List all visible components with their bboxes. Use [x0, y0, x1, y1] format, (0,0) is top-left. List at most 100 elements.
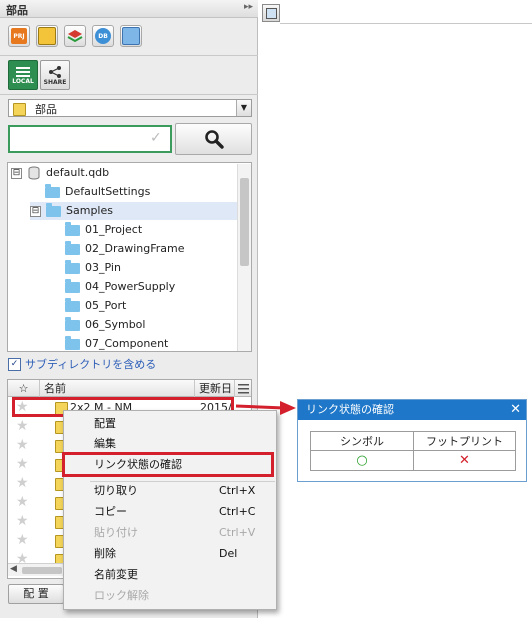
folder-icon: [65, 316, 80, 331]
menu-item-delete[interactable]: 削除: [94, 545, 116, 563]
collapse-panel-icon[interactable]: ▸▸: [244, 2, 253, 12]
favorite-star-icon[interactable]: ★: [16, 418, 29, 434]
search-field[interactable]: ✓: [8, 125, 172, 153]
column-date[interactable]: 更新日: [195, 380, 235, 397]
favorite-star-icon[interactable]: ★: [16, 513, 29, 529]
header-symbol: シンボル: [311, 432, 414, 451]
divider: [0, 94, 258, 95]
table-row[interactable]: ★: [8, 513, 68, 531]
menu-shortcut-cut: Ctrl+X: [219, 484, 256, 497]
favorite-star-icon[interactable]: ★: [16, 456, 29, 472]
column-name[interactable]: 名前: [40, 380, 195, 397]
tree-item-label: 05_Port: [85, 299, 127, 312]
tree-item-label: 04_PowerSupply: [85, 280, 176, 293]
component-library-button[interactable]: [120, 25, 142, 47]
menu-shortcut-copy: Ctrl+C: [219, 505, 256, 518]
dialog-title: リンク状態の確認: [298, 400, 526, 420]
link-status-dialog: リンク状態の確認 ✕ シンボル フットプリント ○ ✕: [297, 399, 527, 482]
project-button[interactable]: PRJ: [8, 25, 30, 47]
favorite-star-icon[interactable]: ★: [16, 494, 29, 510]
table-row[interactable]: ★: [8, 551, 68, 563]
tree-item-07-component[interactable]: 07_Component: [65, 335, 168, 351]
menu-item-unlock[interactable]: ロック解除: [94, 587, 149, 605]
tree-item-label: Samples: [66, 204, 113, 217]
collapse-icon[interactable]: ⊟: [11, 167, 22, 179]
folder-icon: [65, 259, 80, 274]
divider: [0, 55, 258, 56]
tree-root[interactable]: ⊟ default.qdb: [11, 164, 109, 182]
symbol-ok-icon: ○: [311, 451, 414, 470]
tree-root-label: default.qdb: [46, 166, 110, 179]
search-icon: [204, 130, 224, 149]
tree-item-label: 02_DrawingFrame: [85, 242, 185, 255]
context-menu: 配置 編集 リンク状態の確認 切り取り Ctrl+X コピー Ctrl+C 貼り…: [63, 410, 277, 610]
component-library-icon: [122, 27, 140, 45]
menu-item-rename[interactable]: 名前変更: [94, 566, 138, 584]
callout-arrow: [235, 401, 296, 415]
close-icon[interactable]: ✕: [510, 400, 521, 420]
table-row[interactable]: ★: [8, 437, 68, 455]
component-book-icon: [38, 27, 56, 45]
scrollbar-thumb[interactable]: [240, 178, 249, 266]
menu-item-edit[interactable]: 編集: [94, 435, 116, 453]
share-button[interactable]: SHARE: [40, 60, 70, 90]
menu-item-cut[interactable]: 切り取り: [94, 482, 138, 500]
chevron-down-icon[interactable]: ▼: [236, 100, 251, 116]
favorite-star-icon[interactable]: ★: [16, 475, 29, 491]
table-row[interactable]: ★: [8, 456, 68, 474]
list-icon: [16, 66, 30, 77]
share-icon: [49, 65, 61, 78]
place-button[interactable]: 配 置: [8, 584, 64, 604]
scrollbar-thumb[interactable]: [22, 567, 62, 574]
header-footprint: フットプリント: [414, 432, 515, 451]
view-button[interactable]: [262, 4, 280, 22]
folder-icon: [65, 221, 80, 236]
window-icon: [266, 8, 277, 19]
column-favorite[interactable]: ☆: [8, 380, 40, 397]
layers-icon: [67, 28, 83, 44]
component-book-button[interactable]: [36, 25, 58, 47]
tree-item-04-powersupply[interactable]: 04_PowerSupply: [65, 278, 175, 296]
tree-item-06-symbol[interactable]: 06_Symbol: [65, 316, 145, 334]
folder-tree: ⊟ default.qdb DefaultSettings ⊟ Samples …: [7, 162, 252, 352]
tree-item-label: DefaultSettings: [65, 185, 151, 198]
tree-item-01-project[interactable]: 01_Project: [65, 221, 142, 239]
list-header: ☆ 名前 更新日: [8, 380, 251, 397]
footprint-ng-icon: ✕: [459, 453, 470, 468]
table-row[interactable]: ★: [8, 475, 68, 493]
category-select[interactable]: 部品 ▼: [8, 99, 252, 117]
include-subdirectories-checkbox[interactable]: ✓ サブディレクトリを含める: [8, 356, 156, 372]
table-row[interactable]: ★: [8, 418, 68, 436]
database-icon: [28, 166, 40, 180]
layers-button[interactable]: [64, 25, 86, 47]
include-subdirectories-label: サブディレクトリを含める: [25, 358, 157, 371]
column-menu-icon[interactable]: [237, 382, 250, 394]
tree-scrollbar[interactable]: [237, 164, 251, 351]
tree-item-02-drawingframe[interactable]: 02_DrawingFrame: [65, 240, 185, 258]
favorite-star-icon[interactable]: ★: [16, 437, 29, 453]
local-button[interactable]: LOCAL: [8, 60, 38, 90]
tree-item-defaultsettings[interactable]: DefaultSettings: [45, 183, 150, 201]
favorite-star-icon[interactable]: ★: [16, 532, 29, 548]
link-status-table: シンボル フットプリント ○ ✕: [310, 431, 516, 471]
favorite-star-icon[interactable]: ★: [16, 551, 29, 563]
tree-item-05-port[interactable]: 05_Port: [65, 297, 126, 315]
collapse-icon[interactable]: ⊟: [30, 205, 41, 217]
database-button[interactable]: DB: [92, 25, 114, 47]
table-row[interactable]: ★: [8, 494, 68, 512]
tree-item-samples[interactable]: ⊟ Samples: [30, 202, 238, 220]
table-row[interactable]: ★: [8, 532, 68, 550]
folder-icon: [65, 335, 80, 350]
toolbar-strip: [280, 0, 532, 24]
menu-item-place[interactable]: 配置: [94, 415, 116, 433]
search-button[interactable]: [175, 123, 252, 155]
tree-item-label: 06_Symbol: [85, 318, 146, 331]
category-select-value: 部品: [35, 103, 57, 116]
tree-item-03-pin[interactable]: 03_Pin: [65, 259, 121, 277]
scroll-left-icon[interactable]: ◀: [10, 564, 17, 574]
folder-icon: [65, 240, 80, 255]
menu-item-paste[interactable]: 貼り付け: [94, 524, 138, 542]
checkbox-icon[interactable]: ✓: [8, 357, 21, 371]
menu-item-copy[interactable]: コピー: [94, 503, 127, 521]
search-input[interactable]: [12, 129, 148, 149]
